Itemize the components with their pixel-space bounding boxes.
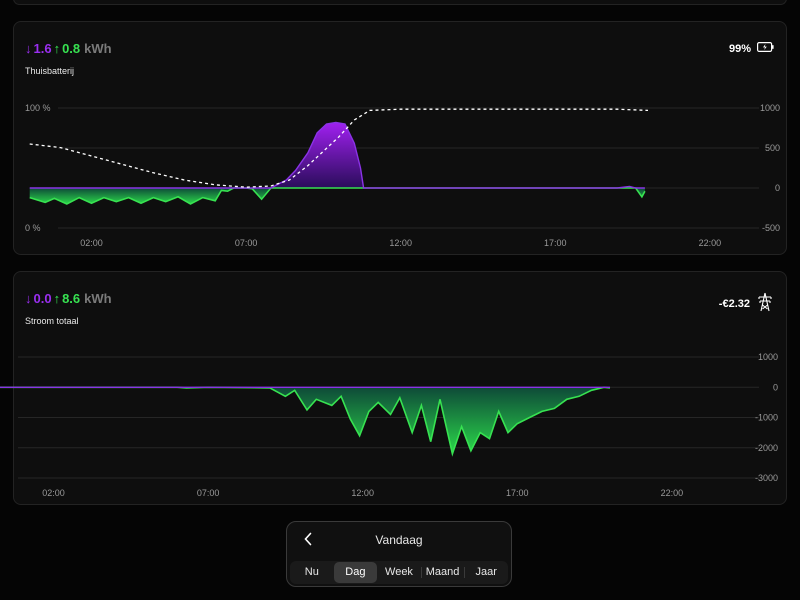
grid-x-tick: 02:00 — [42, 488, 65, 498]
battery-x-tick: 02:00 — [80, 238, 103, 248]
grid-export-area — [0, 387, 611, 454]
battery-import-area — [29, 122, 645, 188]
grid-card: ↓ 0.0 ↑ 8.6 kWh Stroom totaal -€2.32 100… — [0, 271, 787, 505]
grid-x-tick: 07:00 — [197, 488, 220, 498]
grid-x-tick: 22:00 — [661, 488, 684, 498]
battery-y-tick-right: 0 — [775, 183, 780, 193]
battery-x-tick: 12:00 — [389, 238, 412, 248]
tab-dag[interactable]: Dag — [333, 562, 378, 583]
previous-card — [13, 0, 787, 5]
grid-y-tick-right: 0 — [773, 382, 778, 392]
grid-y-tick-right: -3000 — [755, 473, 778, 483]
battery-x-tick: 07:00 — [235, 238, 258, 248]
grid-y-tick-right: 1000 — [758, 352, 778, 362]
period-tabs: Nu Dag Week Maand Jaar — [290, 561, 508, 584]
battery-y-tick-left: 0 % — [25, 223, 41, 233]
period-navigator: Vandaag Nu Dag Week Maand Jaar — [286, 521, 512, 587]
tab-nu[interactable]: Nu — [290, 562, 334, 583]
tab-maand[interactable]: Maand — [420, 562, 465, 583]
tab-jaar[interactable]: Jaar — [464, 562, 508, 583]
period-title: Vandaag — [375, 533, 423, 547]
grid-y-tick-right: -2000 — [755, 443, 778, 453]
grid-y-tick-right: -1000 — [755, 413, 778, 423]
battery-x-tick: 22:00 — [699, 238, 722, 248]
battery-export-area — [29, 188, 645, 204]
battery-y-tick-right: -500 — [762, 223, 780, 233]
grid-x-tick: 12:00 — [351, 488, 374, 498]
battery-y-tick-right: 1000 — [760, 103, 780, 113]
battery-y-tick-right: 500 — [765, 143, 780, 153]
tab-week[interactable]: Week — [377, 562, 421, 583]
battery-card: ↓ 1.6 ↑ 0.8 kWh Thuisbatterij 99% 1000 50… — [13, 21, 787, 255]
grid-chart: 1000 0 -1000 -2000 -3000 02:00 07:00 12:00 17:00… — [0, 352, 778, 498]
battery-x-tick: 17:00 — [544, 238, 567, 248]
grid-x-tick: 17:00 — [506, 488, 529, 498]
battery-chart: 1000 500 0 -500 100 % 0 % 02:00 07:00 12:00 17:00… — [25, 103, 780, 248]
battery-y-tick-left: 100 % — [25, 103, 51, 113]
